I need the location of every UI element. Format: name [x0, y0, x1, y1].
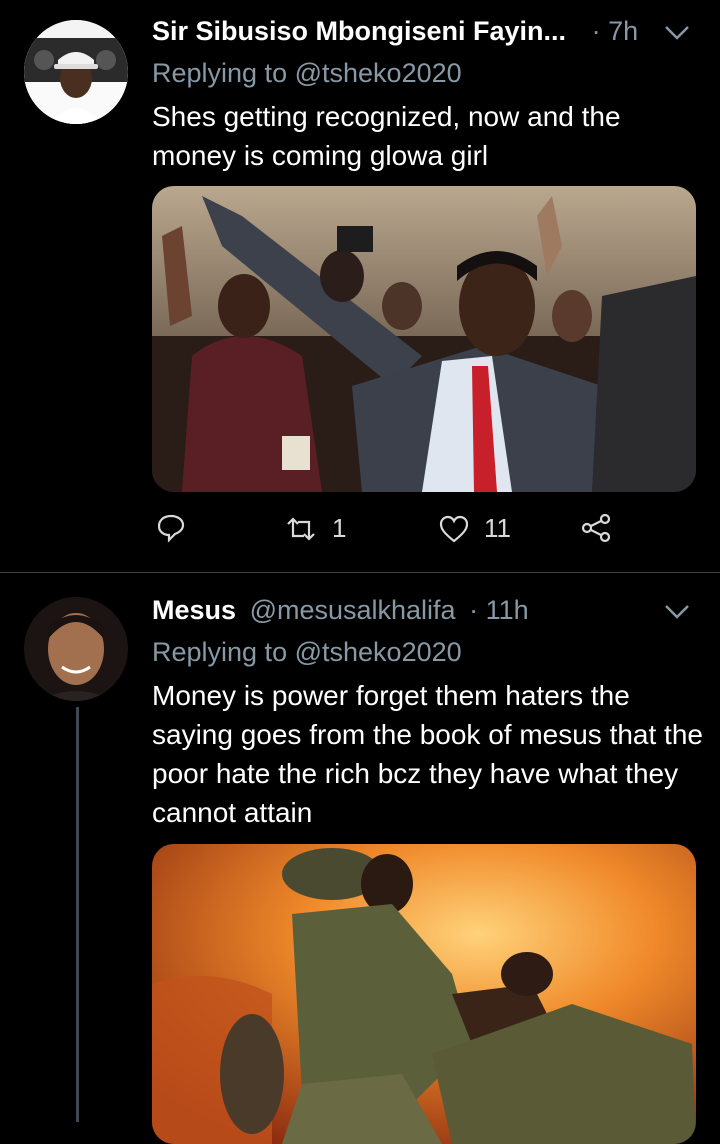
tweet-text: Shes getting recognized, now and the mon… — [152, 101, 621, 171]
tweet-time[interactable]: · 11h — [469, 595, 529, 625]
media-image — [152, 844, 696, 1144]
replying-to-label: Replying to — [152, 637, 288, 667]
like-count: 11 — [484, 513, 511, 543]
author-name[interactable]: Mesus — [152, 595, 236, 625]
retweet-button[interactable]: 1 — [284, 513, 346, 544]
author-handle[interactable]: @mesusalkhalifa — [250, 595, 456, 625]
tweet-media[interactable] — [152, 844, 696, 1144]
tweet-actions: 1 11 — [152, 513, 632, 553]
replying-to-label: Replying to — [152, 58, 288, 88]
chevron-down-icon[interactable] — [664, 24, 690, 42]
tweet-media[interactable] — [152, 186, 696, 492]
avatar-image — [24, 20, 128, 124]
tweet-header: Mesus @mesusalkhalifa · 11h — [152, 593, 529, 627]
retweet-count: 1 — [332, 513, 347, 543]
thread-line — [76, 707, 79, 1122]
avatar[interactable] — [24, 20, 128, 124]
heart-icon — [439, 515, 469, 542]
like-button[interactable]: 11 — [438, 513, 511, 544]
share-button[interactable] — [580, 513, 612, 543]
reply-icon — [157, 514, 185, 543]
avatar[interactable] — [24, 597, 128, 701]
avatar-image — [24, 597, 128, 701]
replying-to: Replying to @tsheko2020 — [152, 635, 462, 669]
author-name[interactable]: Sir Sibusiso Mbongiseni Fayin... — [152, 16, 566, 46]
replying-to: Replying to @tsheko2020 — [152, 56, 462, 90]
replying-to-handle[interactable]: @tsheko2020 — [295, 637, 462, 667]
tweet-time[interactable]: · 7h — [592, 16, 639, 46]
share-icon — [581, 513, 611, 543]
tweet-2[interactable]: Mesus @mesusalkhalifa · 11h Replying to … — [0, 573, 720, 1144]
reply-button[interactable] — [156, 513, 186, 543]
replying-to-handle[interactable]: @tsheko2020 — [295, 58, 462, 88]
media-image — [152, 186, 696, 492]
tweet-header: Sir Sibusiso Mbongiseni Fayin... · 7h — [152, 14, 638, 48]
chevron-down-icon[interactable] — [664, 603, 690, 621]
tweet-text: Money is power forget them haters the sa… — [152, 680, 703, 828]
retweet-icon — [287, 516, 315, 541]
tweet-1[interactable]: Sir Sibusiso Mbongiseni Fayin... · 7h Re… — [0, 0, 720, 572]
